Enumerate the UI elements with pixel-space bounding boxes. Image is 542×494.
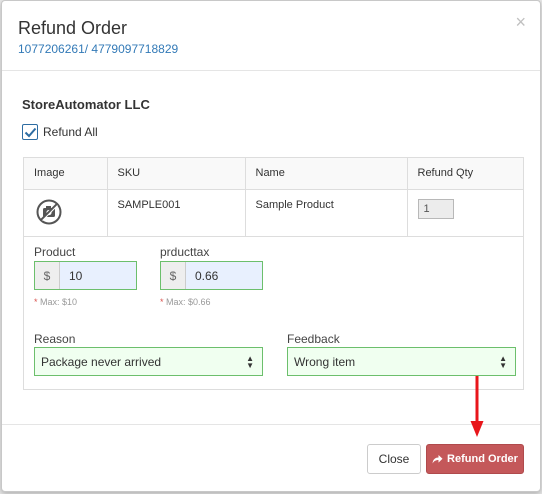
product-amount-value[interactable]: 10 xyxy=(60,262,136,289)
tax-amount-label: prducttax xyxy=(160,245,210,259)
feedback-label: Feedback xyxy=(287,332,340,346)
close-icon[interactable]: × xyxy=(515,13,526,31)
feedback-selected-value: Wrong item xyxy=(294,354,356,369)
checkmark-icon xyxy=(24,127,36,137)
refund-order-label: Refund Order xyxy=(447,453,518,465)
sku-cell: SAMPLE001 xyxy=(107,189,246,237)
feedback-select[interactable]: Wrong item ▲ ▼ xyxy=(287,347,516,376)
reason-selected-value: Package never arrived xyxy=(41,354,162,369)
product-amount-label: Product xyxy=(34,245,76,259)
select-arrows-icon: ▲ ▼ xyxy=(246,353,254,370)
column-header-sku: SKU xyxy=(107,158,246,190)
share-arrow-icon xyxy=(432,455,443,464)
order-number: 1077206261/ 4779097718829 xyxy=(18,42,179,56)
items-table: Image SKU Name Refund Qty SAMPLE001 Samp… xyxy=(24,158,523,237)
refund-order-modal: Refund Order 1077206261/ 4779097718829 ×… xyxy=(1,0,541,492)
table-header-row: Image SKU Name Refund Qty xyxy=(24,158,523,190)
refund-qty-input[interactable]: 1 xyxy=(417,198,454,219)
modal-footer: Close Refund Order xyxy=(2,426,540,493)
currency-addon: $ xyxy=(35,262,60,289)
reason-select[interactable]: Package never arrived ▲ ▼ xyxy=(34,347,263,376)
company-name: StoreAutomator LLC xyxy=(22,97,150,112)
column-header-refund-qty: Refund Qty xyxy=(407,158,523,190)
refund-items-panel: Image SKU Name Refund Qty SAMPLE001 Samp… xyxy=(23,157,524,390)
refund-order-button[interactable]: Refund Order xyxy=(426,444,524,474)
product-max-note: * Max: $10 xyxy=(34,297,78,307)
refund-all-checkbox[interactable] xyxy=(22,124,38,140)
product-amount-input[interactable]: $ 10 xyxy=(34,261,137,290)
name-cell: Sample Product xyxy=(245,189,408,237)
tax-max-note: * Max: $0.66 xyxy=(160,297,211,307)
select-arrows-icon: ▲ ▼ xyxy=(499,353,507,370)
refund-all-label: Refund All xyxy=(43,125,98,139)
modal-header: Refund Order 1077206261/ 4779097718829 × xyxy=(2,1,540,71)
product-image-cell xyxy=(24,189,108,237)
no-camera-icon xyxy=(36,199,62,224)
refund-all-row[interactable]: Refund All xyxy=(22,124,520,140)
reason-group: Reason Package never arrived ▲ ▼ xyxy=(34,332,274,376)
tax-amount-input[interactable]: $ 0.66 xyxy=(160,261,263,290)
product-amount-group: Product $ 10 * Max: $10 xyxy=(34,245,144,307)
column-header-name: Name xyxy=(245,158,408,190)
refund-qty-cell: 1 xyxy=(407,189,523,237)
column-header-image: Image xyxy=(24,158,108,190)
tax-amount-value[interactable]: 0.66 xyxy=(186,262,262,289)
reason-label: Reason xyxy=(34,332,76,346)
close-button[interactable]: Close xyxy=(367,444,421,474)
annotation-arrow-icon xyxy=(470,376,484,437)
table-row: SAMPLE001 Sample Product 1 xyxy=(24,189,523,237)
feedback-group: Feedback Wrong item ▲ ▼ xyxy=(287,332,527,376)
currency-addon: $ xyxy=(161,262,186,289)
tax-amount-group: prducttax $ 0.66 * Max: $0.66 xyxy=(160,245,270,307)
modal-title: Refund Order xyxy=(18,18,128,38)
